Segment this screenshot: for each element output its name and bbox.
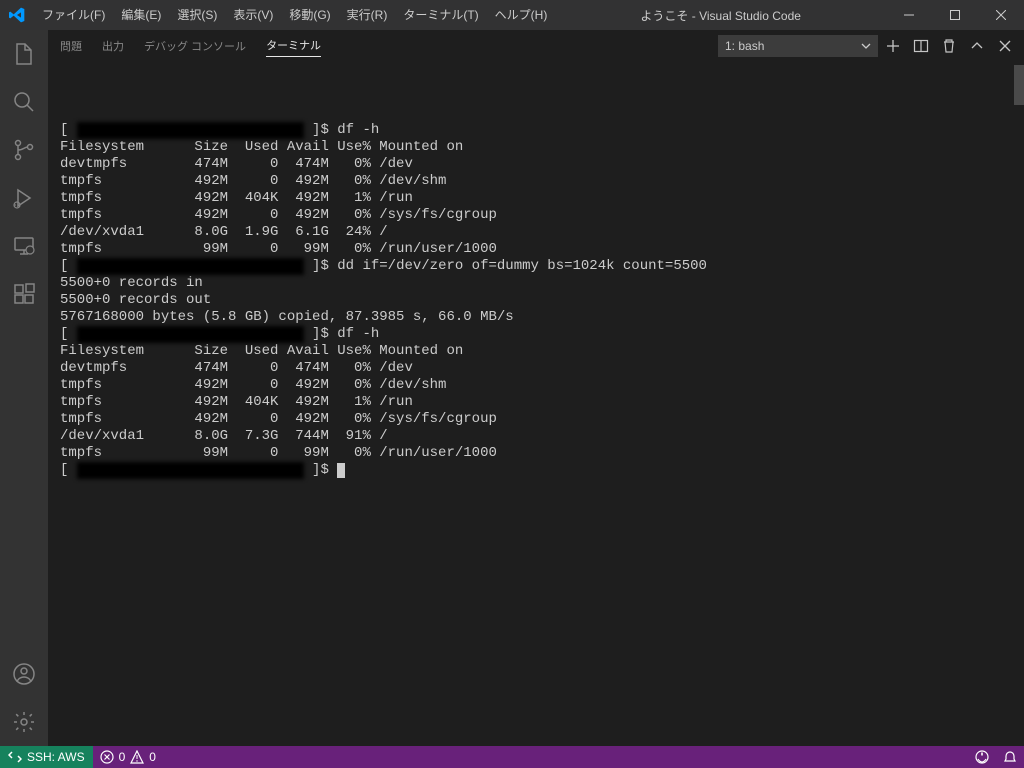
- window-title: ようこそ - Visual Studio Code: [555, 7, 886, 24]
- warning-icon: [130, 750, 144, 764]
- terminal-scrollbar[interactable]: [1014, 65, 1024, 105]
- settings-gear-icon[interactable]: [0, 698, 48, 746]
- status-feedback[interactable]: [968, 750, 996, 764]
- menu-terminal[interactable]: ターミナル(T): [395, 0, 486, 30]
- status-bar: SSH: AWS 0 0: [0, 746, 1024, 768]
- new-terminal-button[interactable]: [880, 33, 906, 59]
- menu-edit[interactable]: 編集(E): [113, 0, 169, 30]
- error-icon: [100, 750, 114, 764]
- vscode-logo-icon: [8, 6, 26, 24]
- status-problems[interactable]: 0 0: [93, 750, 163, 764]
- status-error-count: 0: [119, 750, 126, 764]
- minimize-button[interactable]: [886, 0, 932, 30]
- accounts-icon[interactable]: [0, 650, 48, 698]
- titlebar: ファイル(F) 編集(E) 選択(S) 表示(V) 移動(G) 実行(R) ター…: [0, 0, 1024, 30]
- window-controls: [886, 0, 1024, 30]
- status-notifications[interactable]: [996, 750, 1024, 764]
- menu-go[interactable]: 移動(G): [281, 0, 338, 30]
- terminal-selector[interactable]: 1: bash: [718, 35, 878, 57]
- terminal-toolbar: 1: bash: [718, 33, 1018, 59]
- explorer-icon[interactable]: [0, 30, 48, 78]
- source-control-icon[interactable]: [0, 126, 48, 174]
- menu-file[interactable]: ファイル(F): [34, 0, 113, 30]
- extensions-icon[interactable]: [0, 270, 48, 318]
- search-icon[interactable]: [0, 78, 48, 126]
- tab-problems[interactable]: 問題: [60, 38, 82, 57]
- maximize-button[interactable]: [932, 0, 978, 30]
- menu-view[interactable]: 表示(V): [225, 0, 281, 30]
- tab-terminal[interactable]: ターミナル: [266, 37, 321, 57]
- activity-bar: [0, 30, 48, 746]
- tab-output[interactable]: 出力: [102, 38, 124, 57]
- kill-terminal-button[interactable]: [936, 33, 962, 59]
- close-button[interactable]: [978, 0, 1024, 30]
- status-remote-label: SSH: AWS: [27, 750, 85, 764]
- run-debug-icon[interactable]: [0, 174, 48, 222]
- menu-selection[interactable]: 選択(S): [169, 0, 225, 30]
- remote-explorer-icon[interactable]: [0, 222, 48, 270]
- close-panel-button[interactable]: [992, 33, 1018, 59]
- status-remote[interactable]: SSH: AWS: [0, 746, 93, 768]
- remote-icon: [8, 750, 22, 764]
- menu-help[interactable]: ヘルプ(H): [487, 0, 556, 30]
- terminal-selector-label: 1: bash: [725, 39, 764, 53]
- split-terminal-button[interactable]: [908, 33, 934, 59]
- main-menu: ファイル(F) 編集(E) 選択(S) 表示(V) 移動(G) 実行(R) ター…: [34, 0, 555, 30]
- chevron-down-icon: [861, 41, 871, 51]
- panel-area: 問題 出力 デバッグ コンソール ターミナル 1: bash [ xxxxxxx…: [48, 30, 1024, 746]
- tab-debug-console[interactable]: デバッグ コンソール: [144, 38, 246, 57]
- maximize-panel-button[interactable]: [964, 33, 990, 59]
- terminal-output[interactable]: [ xxxxxxxxxxxxxxxxxxxxxxxxxxx ]$ df -hFi…: [48, 65, 1024, 746]
- status-warning-count: 0: [149, 750, 156, 764]
- menu-run[interactable]: 実行(R): [339, 0, 396, 30]
